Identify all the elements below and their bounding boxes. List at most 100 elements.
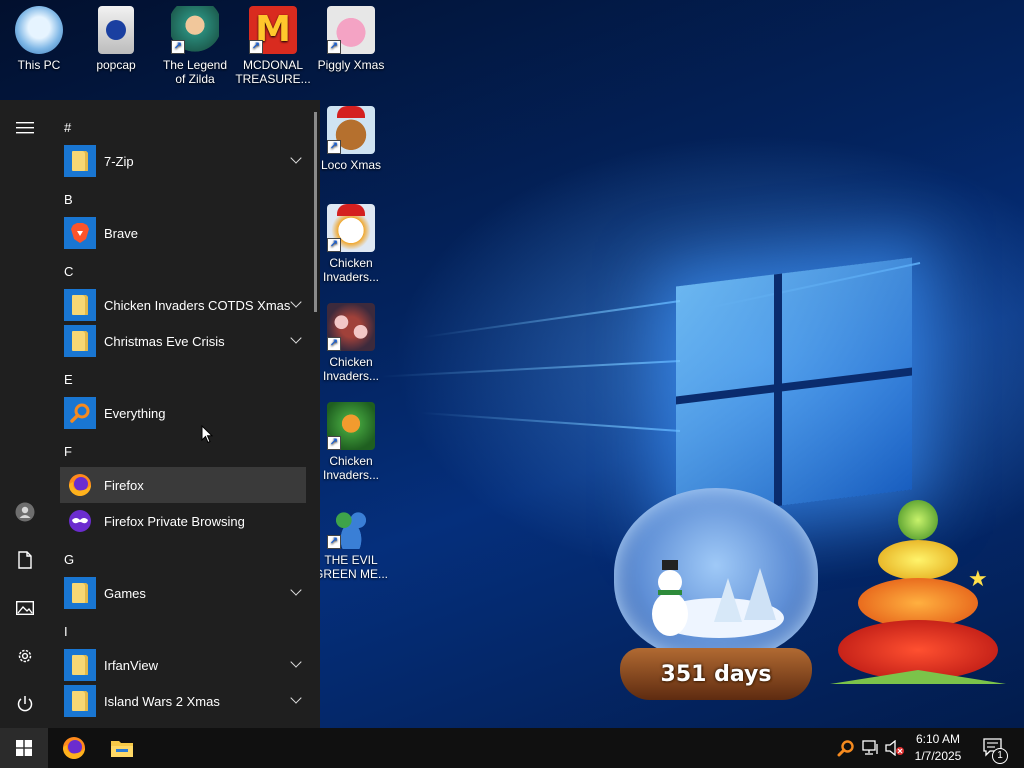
power-button[interactable] — [0, 682, 50, 726]
windows-logo-wallpaper — [676, 257, 912, 519]
app-item-7-zip[interactable]: 7-Zip — [60, 143, 306, 179]
desktop-icon-label: The Legend of Zilda — [162, 58, 228, 86]
app-item-label: Firefox Private Browsing — [104, 513, 245, 529]
volume-muted-icon — [885, 740, 904, 756]
tray-network-button[interactable] — [858, 728, 884, 768]
chevron-down-icon[interactable] — [290, 656, 302, 668]
desktop-icon-label: This PC — [17, 58, 61, 72]
app-item-label: Brave — [104, 225, 138, 241]
folder-icon — [64, 325, 96, 357]
christmas-tree: ★ — [830, 500, 1008, 710]
user-account-icon — [15, 502, 35, 522]
clock-time: 6:10 AM — [915, 732, 961, 746]
folder-icon — [64, 289, 96, 321]
tray-everything-button[interactable] — [832, 728, 860, 768]
app-item-label: Firefox — [104, 477, 144, 493]
desktop-icon-chicken-invaders-1[interactable]: ↗ Chicken Invaders... — [313, 198, 389, 284]
desktop-icon-label: Chicken Invaders... — [322, 256, 380, 284]
desktop-icon-this-pc[interactable]: This PC — [1, 0, 77, 72]
desktop-icon-chicken-invaders-3[interactable]: ↗ Chicken Invaders... — [313, 396, 389, 482]
folder-icon — [64, 649, 96, 681]
settings-button[interactable] — [0, 634, 50, 678]
documents-icon — [18, 551, 32, 569]
app-item-label: Games — [104, 585, 146, 601]
piggly-xmas-icon: ↗ — [327, 6, 375, 54]
desktop-icon-legend-of-zilda[interactable]: ↗ The Legend of Zilda — [157, 0, 233, 86]
taskbar: 6:10 AM 1/7/2025 1 — [0, 728, 1024, 768]
chicken-invaders-icon: ↗ — [327, 303, 375, 351]
windows-start-icon — [16, 740, 32, 756]
app-item-label: 7-Zip — [104, 153, 134, 169]
power-icon — [17, 696, 33, 712]
desktop-icon-chicken-invaders-2[interactable]: ↗ Chicken Invaders... — [313, 297, 389, 383]
desktop-icon-popcap[interactable]: popcap — [78, 0, 154, 72]
app-item-firefox[interactable]: Firefox — [60, 467, 306, 503]
messenger-people-icon: ↗ — [327, 501, 375, 549]
app-item-christmas-eve-crisis[interactable]: Christmas Eve Crisis — [60, 323, 306, 359]
firefox-private-icon — [64, 505, 96, 537]
snowman — [650, 560, 690, 640]
chevron-down-icon[interactable] — [290, 584, 302, 596]
settings-gear-icon — [18, 649, 32, 663]
app-list-scrollbar[interactable] — [314, 112, 317, 312]
app-item-island-wars-2-xmas[interactable]: Island Wars 2 Xmas — [60, 683, 306, 719]
folder-icon — [64, 145, 96, 177]
app-item-label: Chicken Invaders COTDS Xmas — [104, 297, 291, 313]
app-item-brave[interactable]: Brave — [60, 215, 306, 251]
folder-icon — [64, 685, 96, 717]
computer-icon — [15, 6, 63, 54]
magnifier-icon — [64, 397, 96, 429]
desktop-icon-loco-xmas[interactable]: ↗ Loco Xmas — [313, 100, 389, 172]
app-item-everything[interactable]: Everything — [60, 395, 306, 431]
chicken-invaders-green-icon: ↗ — [327, 402, 375, 450]
desktop-icon-evil-green-me[interactable]: ↗ THE EVIL GREEN ME... — [313, 495, 389, 581]
taskbar-firefox-button[interactable] — [50, 728, 98, 768]
group-header-e[interactable]: E — [64, 372, 73, 387]
app-item-firefox-private-browsing[interactable]: Firefox Private Browsing — [60, 503, 306, 539]
app-item-label: Everything — [104, 405, 166, 421]
desktop-icon-mcdonal-treasure[interactable]: M ↗ MCDONAL TREASURE... — [235, 0, 311, 86]
user-account-button[interactable] — [0, 490, 50, 534]
pictures-button[interactable] — [0, 586, 50, 630]
teddy-bear-icon: ↗ — [327, 106, 375, 154]
chevron-down-icon[interactable] — [290, 296, 302, 308]
brave-lion-icon — [64, 217, 96, 249]
tray-volume-button[interactable] — [882, 728, 908, 768]
mouse-cursor-icon — [201, 425, 213, 444]
desktop-icon-label: Piggly Xmas — [317, 58, 385, 72]
app-item-label: Island Wars 2 Xmas — [104, 693, 220, 709]
group-header-hash[interactable]: # — [64, 120, 71, 135]
everything-search-icon — [837, 740, 854, 757]
desktop-icon-piggly-xmas[interactable]: ↗ Piggly Xmas — [313, 0, 389, 72]
hamburger-menu-button[interactable] — [0, 106, 50, 150]
group-header-f[interactable]: F — [64, 444, 72, 459]
firefox-icon — [64, 469, 96, 501]
start-menu-app-list: # 7-Zip B Brave C Chicken Invaders COTDS… — [50, 100, 312, 728]
chevron-down-icon[interactable] — [290, 332, 302, 344]
system-clock[interactable]: 6:10 AM 1/7/2025 — [908, 731, 968, 765]
clock-date: 1/7/2025 — [914, 749, 962, 763]
group-header-g[interactable]: G — [64, 552, 74, 567]
chevron-down-icon[interactable] — [290, 152, 302, 164]
days-countdown-label: 351 days — [660, 661, 772, 687]
start-menu: # 7-Zip B Brave C Chicken Invaders COTDS… — [0, 100, 320, 728]
group-header-c[interactable]: C — [64, 264, 73, 279]
app-item-label: IrfanView — [104, 657, 158, 673]
app-item-chicken-invaders-cotds-xmas[interactable]: Chicken Invaders COTDS Xmas — [60, 287, 306, 323]
taskbar-file-explorer-button[interactable] — [98, 728, 146, 768]
chevron-down-icon[interactable] — [290, 692, 302, 704]
documents-button[interactable] — [0, 538, 50, 582]
chicken-santa-icon: ↗ — [327, 204, 375, 252]
app-item-label: Christmas Eve Crisis — [104, 333, 225, 349]
group-header-b[interactable]: B — [64, 192, 73, 207]
network-icon — [862, 740, 878, 755]
start-menu-rail — [0, 100, 50, 728]
start-button[interactable] — [0, 728, 48, 768]
action-center-button[interactable]: 1 — [972, 728, 1016, 768]
group-header-i[interactable]: I — [64, 624, 68, 639]
desktop-icon-label: MCDONAL TREASURE... — [235, 58, 311, 86]
mcdonald-logo-icon: M ↗ — [249, 6, 297, 54]
app-item-irfanview[interactable]: IrfanView — [60, 647, 306, 683]
app-item-games[interactable]: Games — [60, 575, 306, 611]
notification-count-badge: 1 — [992, 748, 1008, 764]
